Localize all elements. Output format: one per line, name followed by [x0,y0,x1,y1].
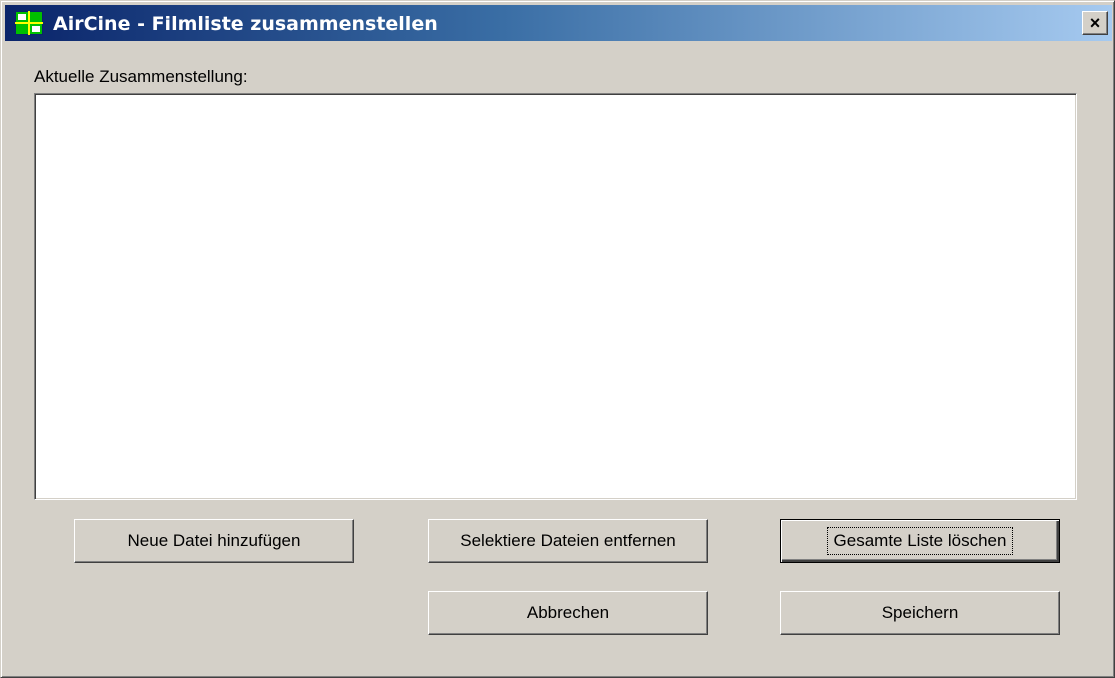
save-button[interactable]: Speichern [780,591,1060,635]
add-file-button[interactable]: Neue Datei hinzufügen [74,519,354,563]
clear-list-button-label: Gesamte Liste löschen [826,527,1014,555]
remove-selected-button-label: Selektiere Dateien entfernen [460,531,676,550]
clear-list-button[interactable]: Gesamte Liste löschen [780,519,1060,563]
close-icon: × [1089,13,1101,33]
remove-selected-button[interactable]: Selektiere Dateien entfernen [428,519,708,563]
window-title: AirCine - Filmliste zusammenstellen [53,13,438,35]
cancel-button-label: Abbrechen [526,603,610,622]
cancel-button[interactable]: Abbrechen [428,591,708,635]
close-button[interactable]: × [1082,11,1108,35]
add-file-button-label: Neue Datei hinzufügen [127,531,301,550]
list-label: Aktuelle Zusammenstellung: [34,67,248,86]
aircine-icon [15,11,43,35]
dialog-window: AirCine - Filmliste zusammenstellen × Ak… [0,0,1115,678]
file-listbox[interactable] [34,93,1077,500]
save-button-label: Speichern [881,603,959,622]
title-bar[interactable]: AirCine - Filmliste zusammenstellen × [5,5,1112,41]
